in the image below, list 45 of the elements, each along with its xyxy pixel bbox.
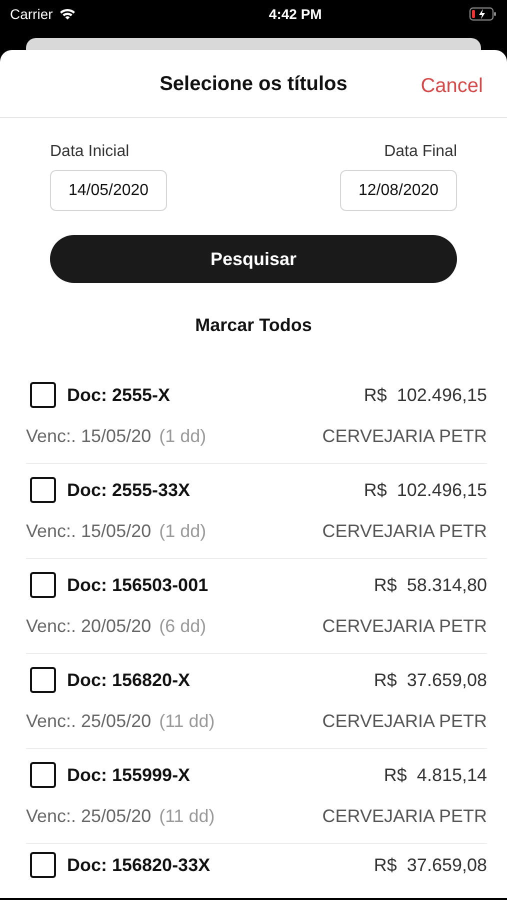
date-field[interactable]: 14/05/2020 (50, 170, 167, 211)
due-date: Venc:. 15/05/20 (26, 520, 152, 542)
due-date: Venc:. 25/05/20 (26, 710, 152, 732)
due-date: Venc:. 15/05/20 (26, 424, 152, 448)
document-number: Doc: 2555-33X (67, 478, 190, 502)
field-label: Data Inicial (50, 142, 130, 162)
days-count: (6 dd) (159, 614, 206, 638)
company-name: CERVEJARIA PETR (322, 424, 487, 448)
checkbox[interactable] (30, 382, 56, 408)
select-all-button[interactable]: Marcar Todos (195, 312, 312, 339)
wifi-icon (58, 8, 76, 20)
amount: R$ 58.314,80 (374, 574, 487, 596)
checkbox[interactable] (30, 477, 56, 503)
amount: R$ 102.496,15 (364, 384, 487, 406)
document-number: Doc: 156820-33X (67, 854, 210, 876)
company-name: CERVEJARIA PETR (322, 710, 487, 732)
due-date: Venc:. 20/05/20 (26, 614, 152, 638)
document-number: Doc: 156820-X (67, 668, 190, 692)
field-label: Data Final (384, 142, 457, 162)
days-count: (1 dd) (159, 520, 206, 543)
days-count: (1 dd) (159, 424, 206, 448)
status-time: 4:42 PM (268, 4, 322, 24)
amount: R$ 37.659,08 (374, 854, 487, 876)
checkbox[interactable] (30, 572, 56, 598)
date-field[interactable]: 12/08/2020 (340, 170, 457, 211)
amount: R$ 4.815,14 (384, 764, 487, 786)
checkbox[interactable] (30, 852, 56, 878)
document-number: Doc: 155999-X (67, 764, 190, 786)
battery-icon (468, 7, 497, 21)
due-date: Venc:. 25/05/20 (26, 804, 152, 828)
sheet-title: Selecione os títulos (160, 72, 348, 96)
amount: R$ 102.496,15 (364, 478, 487, 502)
checkbox[interactable] (30, 667, 56, 693)
search-button[interactable]: Pesquisar (50, 235, 457, 283)
checkbox[interactable] (30, 762, 56, 788)
amount: R$ 37.659,08 (374, 668, 487, 692)
company-name: CERVEJARIA PETR (322, 520, 487, 542)
document-number: Doc: 2555-X (67, 384, 170, 406)
days-count: (11 dd) (159, 710, 215, 733)
days-count: (11 dd) (159, 804, 215, 828)
company-name: CERVEJARIA PETR (322, 614, 487, 638)
company-name: CERVEJARIA PETR (322, 804, 487, 828)
document-number: Doc: 156503-001 (67, 574, 208, 596)
carrier-label: Carrier (10, 4, 53, 24)
cancel-button[interactable]: Cancel (420, 71, 483, 101)
